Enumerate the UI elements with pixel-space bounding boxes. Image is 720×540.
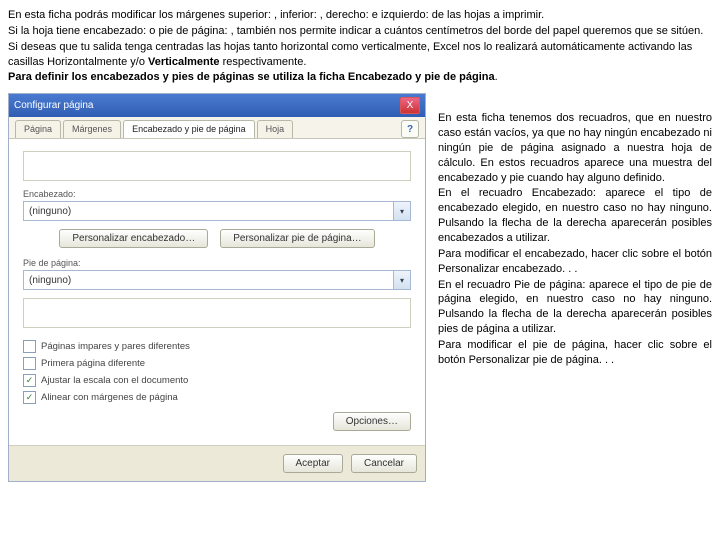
header-preview bbox=[23, 151, 411, 181]
pie-combo[interactable]: (ninguno) bbox=[23, 270, 411, 290]
opciones-button[interactable]: Opciones… bbox=[333, 412, 411, 431]
close-icon[interactable]: X bbox=[400, 97, 420, 114]
encabezado-combo[interactable]: (ninguno) bbox=[23, 201, 411, 221]
right-p3: Para modificar el encabezado, hacer clic… bbox=[438, 247, 712, 277]
tab-strip: Página Márgenes Encabezado y pie de pági… bbox=[15, 120, 293, 138]
personalizar-pie-button[interactable]: Personalizar pie de página… bbox=[220, 229, 374, 248]
intro-line-3: Si deseas que tu salida tenga centradas … bbox=[8, 40, 712, 70]
dialog-titlebar: Configurar página X bbox=[9, 94, 425, 117]
chk-primera-pagina[interactable]: Primera página diferente bbox=[23, 357, 411, 370]
intro-line-2: Si la hoja tiene encabezado: o pie de pá… bbox=[8, 24, 712, 39]
checkbox-icon: ✓ bbox=[23, 374, 36, 387]
chk-ajustar-escala[interactable]: ✓ Ajustar la escala con el documento bbox=[23, 374, 411, 387]
chevron-down-icon[interactable] bbox=[393, 202, 410, 220]
tab-margenes[interactable]: Márgenes bbox=[63, 120, 121, 138]
pie-label: Pie de página: bbox=[23, 258, 411, 268]
right-p2: En el recuadro Encabezado: aparece el ti… bbox=[438, 186, 712, 245]
right-p5: Para modificar el pie de página, hacer c… bbox=[438, 338, 712, 368]
right-explanation: En esta ficha tenemos dos recuadros, que… bbox=[438, 93, 712, 368]
intro-line-4: Para definir los encabezados y pies de p… bbox=[8, 70, 712, 85]
aceptar-button[interactable]: Aceptar bbox=[283, 454, 343, 473]
tab-hoja[interactable]: Hoja bbox=[257, 120, 294, 138]
tab-encabezado-pie[interactable]: Encabezado y pie de página bbox=[123, 120, 255, 138]
right-p1: En esta ficha tenemos dos recuadros, que… bbox=[438, 111, 712, 185]
encabezado-label: Encabezado: bbox=[23, 189, 411, 199]
footer-preview bbox=[23, 298, 411, 328]
checkbox-icon bbox=[23, 340, 36, 353]
personalizar-encabezado-button[interactable]: Personalizar encabezado… bbox=[59, 229, 208, 248]
intro-line-1: En esta ficha podrás modificar los márge… bbox=[8, 8, 712, 23]
chk-impares-pares[interactable]: Páginas impares y pares diferentes bbox=[23, 340, 411, 353]
tab-pagina[interactable]: Página bbox=[15, 120, 61, 138]
chevron-down-icon[interactable] bbox=[393, 271, 410, 289]
checkbox-icon bbox=[23, 357, 36, 370]
right-p4: En el recuadro Pie de página: aparece el… bbox=[438, 278, 712, 337]
page-setup-dialog: Configurar página X Página Márgenes Enca… bbox=[8, 93, 426, 482]
chk-alinear-margenes[interactable]: ✓ Alinear con márgenes de página bbox=[23, 391, 411, 404]
intro-block: En esta ficha podrás modificar los márge… bbox=[8, 8, 712, 85]
checkbox-icon: ✓ bbox=[23, 391, 36, 404]
cancelar-button[interactable]: Cancelar bbox=[351, 454, 417, 473]
dialog-title: Configurar página bbox=[14, 100, 94, 111]
help-icon[interactable]: ? bbox=[401, 120, 419, 138]
